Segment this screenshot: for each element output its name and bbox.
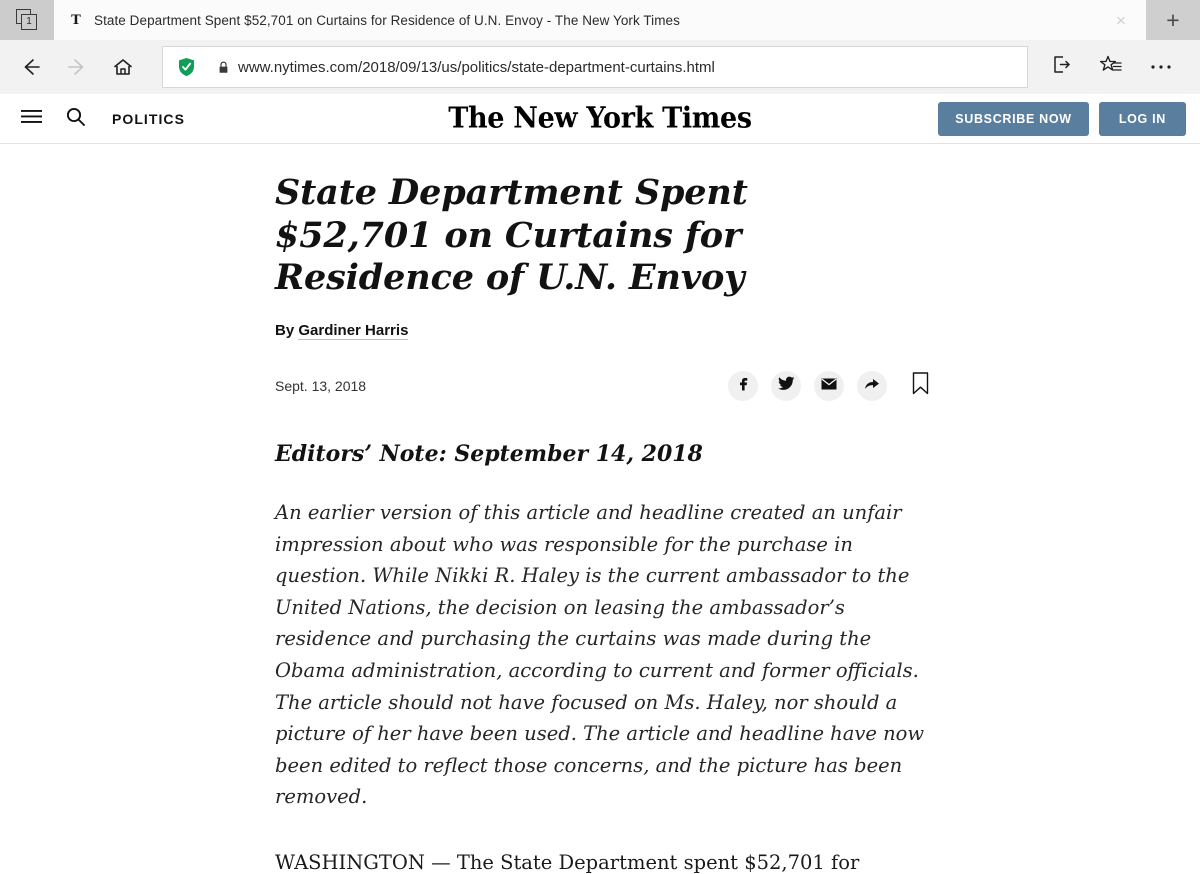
back-button[interactable] [8,44,54,90]
navigation-bar: www.nytimes.com/2018/09/13/us/politics/s… [0,40,1200,94]
facebook-icon [736,376,751,396]
editors-note-heading: Editors’ Note: September 14, 2018 [275,441,703,468]
back-arrow-icon [20,56,42,78]
bookmark-button[interactable] [905,371,935,401]
close-icon[interactable]: × [1106,5,1136,35]
tab-count-icon: 1 [16,9,38,31]
web-page-content: POLITICS The New York Times SUBSCRIBE NO… [0,94,1200,874]
browser-tab-active[interactable]: T State Department Spent $52,701 on Curt… [54,0,1146,40]
byline-prefix: By [275,322,295,340]
new-tab-button[interactable]: + [1146,0,1200,40]
share-facebook-button[interactable] [728,371,758,402]
editors-note-body: An earlier version of this article and h… [275,501,925,809]
tab-strip: 1 T State Department Spent $52,701 on Cu… [0,0,1200,40]
browser-chrome: 1 T State Department Spent $52,701 on Cu… [0,0,1200,94]
favorites-star-icon [1099,54,1123,80]
share-arrow-icon [864,377,880,396]
subscribe-button[interactable]: SUBSCRIBE NOW [938,101,1089,136]
forward-button[interactable] [54,44,100,90]
share-more-button[interactable] [857,371,887,402]
article: State Department Spent $52,701 on Curtai… [0,144,1200,874]
share-twitter-button[interactable] [771,371,801,402]
twitter-bird-icon [777,376,795,396]
share-export-icon [1051,54,1072,80]
nyt-favicon-icon: T [71,12,81,28]
address-bar-url: www.nytimes.com/2018/09/13/us/politics/s… [238,58,715,76]
article-meta-row: Sept. 13, 2018 [275,369,935,403]
site-header: POLITICS The New York Times SUBSCRIBE NO… [0,94,1200,144]
share-page-button[interactable] [1036,44,1086,90]
more-options-button[interactable] [1136,44,1186,90]
lock-icon [217,61,229,74]
menu-button[interactable] [16,104,46,134]
tab-count-value: 1 [21,14,37,30]
search-icon [66,107,85,131]
favorites-button[interactable] [1086,44,1136,90]
hamburger-menu-icon [20,109,42,129]
email-envelope-icon [821,377,837,395]
article-paragraph: WASHINGTON — The State Department spent … [275,850,860,874]
publish-date: Sept. 13, 2018 [275,378,367,395]
forward-arrow-icon [66,56,88,78]
tab-title: State Department Spent $52,701 on Curtai… [94,12,680,28]
address-bar[interactable]: www.nytimes.com/2018/09/13/us/politics/s… [162,46,1028,88]
home-icon [112,56,134,78]
login-button[interactable]: LOG IN [1098,101,1186,136]
home-button[interactable] [100,44,146,90]
section-label[interactable]: POLITICS [112,111,185,127]
share-email-button[interactable] [814,371,844,402]
byline-author-link[interactable]: Gardiner Harris [298,322,409,341]
share-toolbar [728,371,935,402]
page-title: State Department Spent $52,701 on Curtai… [275,172,748,299]
bookmark-outline-icon [912,372,929,400]
security-shield-icon [177,57,195,77]
tab-count-button[interactable]: 1 [0,0,54,40]
search-button[interactable] [60,104,90,134]
masthead-text: The New York Times [448,101,752,136]
more-options-ellipsis-icon [1150,58,1172,76]
byline: By Gardiner Harris [275,322,935,341]
